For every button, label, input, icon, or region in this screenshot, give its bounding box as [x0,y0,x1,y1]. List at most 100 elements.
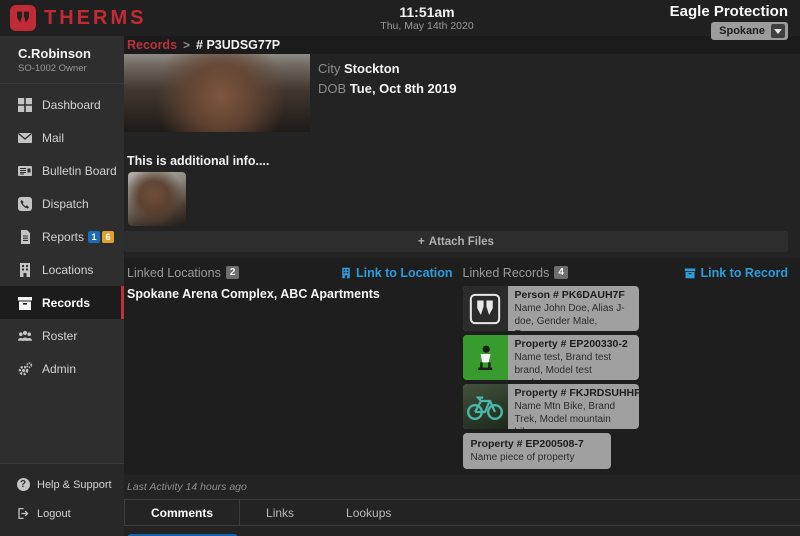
tab-links[interactable]: Links [240,500,320,525]
top-bar: THERMS 11:51am Thu, May 14th 2020 Eagle … [0,0,800,36]
reports-badge-blue: 1 [88,231,100,243]
linked-record-cards: Person # PK6DAUH7F Name John Doe, Alias … [463,286,789,469]
reports-badge-orange: 6 [102,231,114,243]
sidebar-item-roster[interactable]: Roster [0,319,124,352]
sidebar-item-label: Reports [42,230,84,244]
card-text: Property # EP200508-7 Name piece of prop… [463,437,592,465]
sidebar-item-label: Records [42,296,90,310]
record-photo[interactable] [124,54,310,132]
card-description: Name Mtn Bike, Brand Trek, Model mountai… [515,400,632,429]
linked-record-card-person[interactable]: Person # PK6DAUH7F Name John Doe, Alias … [463,286,639,331]
sidebar-item-label: Dashboard [42,98,101,112]
archive-icon [14,295,36,311]
profile-row: City Stockton DOB Tue, Oct 8th 2019 [124,54,800,132]
organization-name: Eagle Protection [670,3,788,20]
sidebar-item-dispatch[interactable]: Dispatch [0,187,124,220]
brand-wordmark: THERMS [44,7,146,30]
record-detail: City Stockton DOB Tue, Oct 8th 2019 This… [124,54,800,536]
main-area: Records > # P3UDSG77P City Stockton DOB … [124,36,800,536]
current-date: Thu, May 14th 2020 [380,20,473,32]
field-label: DOB [318,81,346,96]
attachment-thumbnail[interactable] [128,172,186,226]
card-title: Property # FKJRDSUHHP [515,387,632,399]
field-value: Stockton [344,61,400,76]
user-name: C.Robinson [18,46,124,61]
logout-icon [14,507,32,520]
linked-locations-section: Linked Locations 2 Link to Location Spok… [127,264,453,469]
breadcrumb-separator: > [183,38,190,52]
sidebar-item-label: Bulletin Board [42,164,117,178]
building-icon [340,267,352,279]
linked-record-card-property-2[interactable]: Property # FKJRDSUHHP Name Mtn Bike, Bra… [463,384,639,429]
sidebar-item-label: Admin [42,362,76,376]
sidebar-item-bulletin-board[interactable]: Bulletin Board [0,154,124,187]
linked-locations-value: Spokane Arena Complex, ABC Apartments [127,287,453,301]
card-description: Name test, Brand test brand, Model test … [515,351,632,380]
sidebar-item-reports[interactable]: Reports 1 6 [0,220,124,253]
tab-lookups[interactable]: Lookups [320,500,417,525]
card-text: Person # PK6DAUH7F Name John Doe, Alias … [508,286,639,331]
card-title: Property # EP200508-7 [471,438,584,450]
linked-record-card-property-1[interactable]: Property # EP200330-2 Name test, Brand t… [463,335,639,380]
card-description: Name John Doe, Alias J-doe, Gender Male,… [515,302,632,331]
sidebar-item-logout[interactable]: Logout [0,499,124,528]
user-block: C.Robinson SO-1002 Owner [0,36,124,84]
sidebar-item-dashboard[interactable]: Dashboard [0,88,124,121]
sidebar: C.Robinson SO-1002 Owner Dashboard Mail … [0,36,124,536]
sidebar-item-label: Roster [42,329,77,343]
linked-locations-header: Linked Locations 2 Link to Location [127,264,453,281]
sidebar-item-locations[interactable]: Locations [0,253,124,286]
linked-panel: Linked Locations 2 Link to Location Spok… [124,258,800,475]
attach-files-button[interactable]: + Attach Files [124,231,788,252]
phone-icon [14,196,36,212]
sidebar-item-label: Locations [42,263,93,277]
therms-shield-icon [463,286,508,331]
field-city: City Stockton [318,59,456,79]
sidebar-item-records[interactable]: Records [0,286,124,319]
archive-icon [684,267,696,279]
plus-icon: + [418,236,425,248]
report-icon [14,229,36,245]
attach-files-label: Attach Files [429,236,494,248]
newspaper-icon [14,163,36,179]
region-selected-value: Spokane [719,25,765,37]
sidebar-item-help-support[interactable]: ? Help & Support [0,470,124,499]
question-icon: ? [14,478,32,491]
linked-records-section: Linked Records 4 Link to Record [463,264,789,469]
sidebar-nav: Dashboard Mail Bulletin Board Dispatch R… [0,84,124,385]
sidebar-item-label: Mail [42,131,64,145]
sidebar-item-admin[interactable]: Admin [0,352,124,385]
linked-record-card-property-3[interactable]: Property # EP200508-7 Name piece of prop… [463,433,611,469]
sidebar-item-label: Dispatch [42,197,89,211]
card-title: Person # PK6DAUH7F [515,289,632,301]
chevron-down-icon [771,24,785,38]
sidebar-item-mail[interactable]: Mail [0,121,124,154]
tab-comments[interactable]: Comments [124,500,240,525]
sidebar-footer: ? Help & Support Logout [0,463,124,536]
link-to-record-label: Link to Record [700,266,788,280]
field-label: City [318,61,340,76]
breadcrumb-records-link[interactable]: Records [127,38,177,52]
additional-info-text: This is additional info.... [127,154,800,168]
property-illustration-icon [463,335,508,380]
grid-icon [14,97,36,113]
linked-records-count: 4 [554,266,568,279]
bike-photo-icon [463,384,508,429]
region-selector[interactable]: Spokane [711,22,788,40]
link-to-record-button[interactable]: Link to Record [684,266,788,280]
card-description: Name piece of property [471,451,584,464]
clock: 11:51am Thu, May 14th 2020 [380,4,473,32]
card-title: Property # EP200330-2 [515,338,632,350]
app-window: THERMS 11:51am Thu, May 14th 2020 Eagle … [0,0,800,536]
card-text: Property # EP200330-2 Name test, Brand t… [508,335,639,380]
envelope-icon [14,130,36,146]
link-to-location-label: Link to Location [356,266,453,280]
link-to-location-button[interactable]: Link to Location [340,266,453,280]
linked-records-title: Linked Records [463,266,550,280]
building-icon [14,262,36,278]
linked-locations-count: 2 [226,266,240,279]
current-time: 11:51am [380,4,473,20]
last-activity-text: Last Activity 14 hours ago [127,481,800,493]
linked-records-header: Linked Records 4 Link to Record [463,264,789,281]
record-fields: City Stockton DOB Tue, Oct 8th 2019 [318,54,456,132]
